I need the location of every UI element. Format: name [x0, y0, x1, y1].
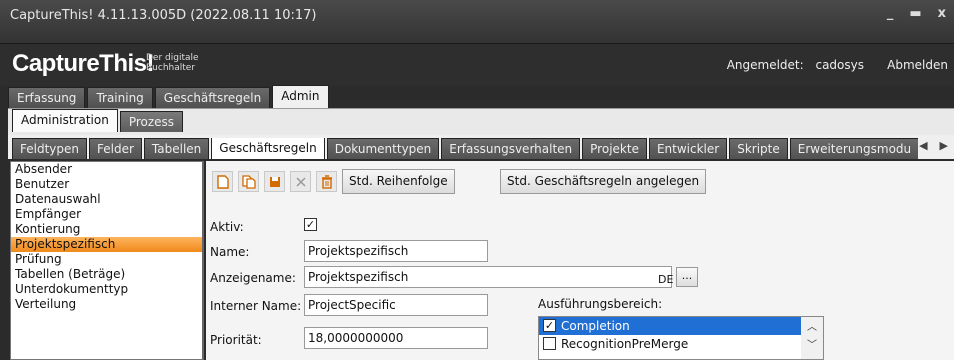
window-title: CaptureThis! 4.11.13.005D (2022.08.11 10… — [10, 8, 317, 23]
logout-link[interactable]: Abmelden — [887, 58, 948, 72]
anzeigename-label: Anzeigename: — [210, 271, 296, 285]
ausfuehrungsbereich-label: Ausführungsbereich: — [538, 297, 663, 311]
tab-feldtypen[interactable]: Feldtypen — [12, 138, 87, 159]
cancel-icon[interactable] — [290, 171, 311, 192]
interner-name-input[interactable]: ProjectSpecific — [304, 294, 488, 316]
tab-erfassungsverhalten[interactable]: Erfassungsverhalten — [441, 138, 581, 159]
tab-training[interactable]: Training — [87, 87, 153, 108]
aktiv-label: Aktiv: — [210, 220, 244, 234]
tab-scroll-left-icon[interactable]: ◀ — [919, 139, 927, 152]
window-controls: _ ▬ x — [887, 6, 946, 21]
rule-detail-panel: Std. Reihenfolge Std. Geschäftsregeln an… — [206, 161, 954, 360]
translation-ellipsis-button[interactable]: ... — [676, 267, 698, 287]
new-document-icon[interactable] — [212, 171, 233, 192]
recognition-premerge-checkbox[interactable] — [543, 337, 556, 350]
login-label: Angemeldet: — [726, 58, 804, 72]
language-code: DE — [658, 273, 674, 286]
completion-checkbox[interactable]: ✓ — [543, 319, 556, 332]
maximize-button[interactable]: ▬ — [909, 6, 921, 21]
list-item[interactable]: ✓ Completion — [539, 317, 801, 335]
list-item[interactable]: RecognitionPreMerge — [539, 335, 823, 353]
tab-erweiterungsmodule[interactable]: Erweiterungsmodu — [789, 138, 918, 159]
name-input[interactable]: Projektspezifisch — [304, 240, 488, 262]
title-bar: CaptureThis! 4.11.13.005D (2022.08.11 10… — [0, 0, 954, 44]
tab-scroll-right-icon[interactable]: ▶ — [940, 139, 948, 152]
execution-area-list: ✓ Completion RecognitionPreMerge ︿ ﹀ — [538, 316, 824, 360]
execution-list-scrollbar[interactable]: ︿ ﹀ — [801, 317, 823, 359]
list-item[interactable]: Absender — [11, 162, 202, 177]
tab-prozess[interactable]: Prozess — [119, 111, 184, 132]
list-item[interactable]: Kontierung — [11, 222, 202, 237]
tab-entwickler[interactable]: Entwickler — [648, 138, 728, 159]
list-item[interactable]: Benutzer — [11, 177, 202, 192]
brand-logo: CaptureThis! — [12, 50, 155, 77]
list-item-selected[interactable]: Projektspezifisch — [11, 237, 202, 252]
name-label: Name: — [210, 245, 250, 259]
anzeigename-input[interactable]: Projektspezifisch — [304, 266, 672, 288]
interner-name-label: Interner Name: — [210, 299, 302, 313]
main-tabs: Erfassung Training Geschäftsregeln Admin — [8, 85, 329, 108]
tab-admin[interactable]: Admin — [272, 85, 329, 108]
tab-projekte[interactable]: Projekte — [582, 138, 647, 159]
list-item[interactable]: Verteilung — [11, 297, 202, 312]
list-item[interactable]: Empfänger — [11, 207, 202, 222]
login-user: cadosys — [815, 58, 864, 72]
close-button[interactable]: x — [938, 6, 946, 21]
minimize-button[interactable]: _ — [887, 6, 894, 21]
prioritaet-label: Priorität: — [210, 333, 262, 347]
admin-tabs: Feldtypen Felder Tabellen Geschäftsregel… — [12, 138, 918, 159]
tab-felder[interactable]: Felder — [89, 138, 142, 159]
tab-scroll: ◀ ▶ — [919, 139, 948, 152]
list-item[interactable]: Unterdokumenttyp — [11, 282, 202, 297]
std-rules-create-button[interactable]: Std. Geschäftsregeln angelegen — [500, 169, 707, 194]
brand-tagline: Der digitale Buchhalter — [146, 53, 199, 73]
tab-tabellen[interactable]: Tabellen — [143, 138, 210, 159]
tab-geschaeftsregeln-admin[interactable]: Geschäftsregeln — [211, 138, 325, 159]
list-item[interactable]: Datenauswahl — [11, 192, 202, 207]
prioritaet-input[interactable]: 18,0000000000 — [304, 327, 488, 349]
app-header: CaptureThis! Der digitale Buchhalter Ang… — [0, 44, 954, 86]
rule-category-list: Absender Benutzer Datenauswahl Empfänger… — [10, 161, 204, 360]
std-order-button[interactable]: Std. Reihenfolge — [342, 169, 455, 194]
sub-tabs: Administration Prozess — [12, 109, 184, 132]
exec-item-label: Completion — [561, 319, 630, 333]
tab-administration[interactable]: Administration — [12, 109, 118, 132]
exec-item-label: RecognitionPreMerge — [561, 337, 689, 351]
tab-geschaeftsregeln[interactable]: Geschäftsregeln — [154, 87, 271, 108]
delete-icon[interactable] — [316, 171, 337, 192]
save-icon[interactable] — [264, 171, 285, 192]
list-item[interactable]: Tabellen (Beträge) — [11, 267, 202, 282]
list-item[interactable]: Prüfung — [11, 252, 202, 267]
tab-skripte[interactable]: Skripte — [729, 138, 788, 159]
tab-dokumenttypen[interactable]: Dokumenttypen — [326, 138, 440, 159]
tab-erfassung[interactable]: Erfassung — [8, 87, 86, 108]
chevron-up-icon[interactable]: ︿ — [801, 317, 823, 338]
login-info: Angemeldet: cadosys — [719, 58, 864, 72]
copy-document-icon[interactable] — [238, 171, 259, 192]
aktiv-checkbox[interactable]: ✓ — [304, 218, 317, 231]
chevron-down-icon[interactable]: ﹀ — [801, 338, 823, 359]
